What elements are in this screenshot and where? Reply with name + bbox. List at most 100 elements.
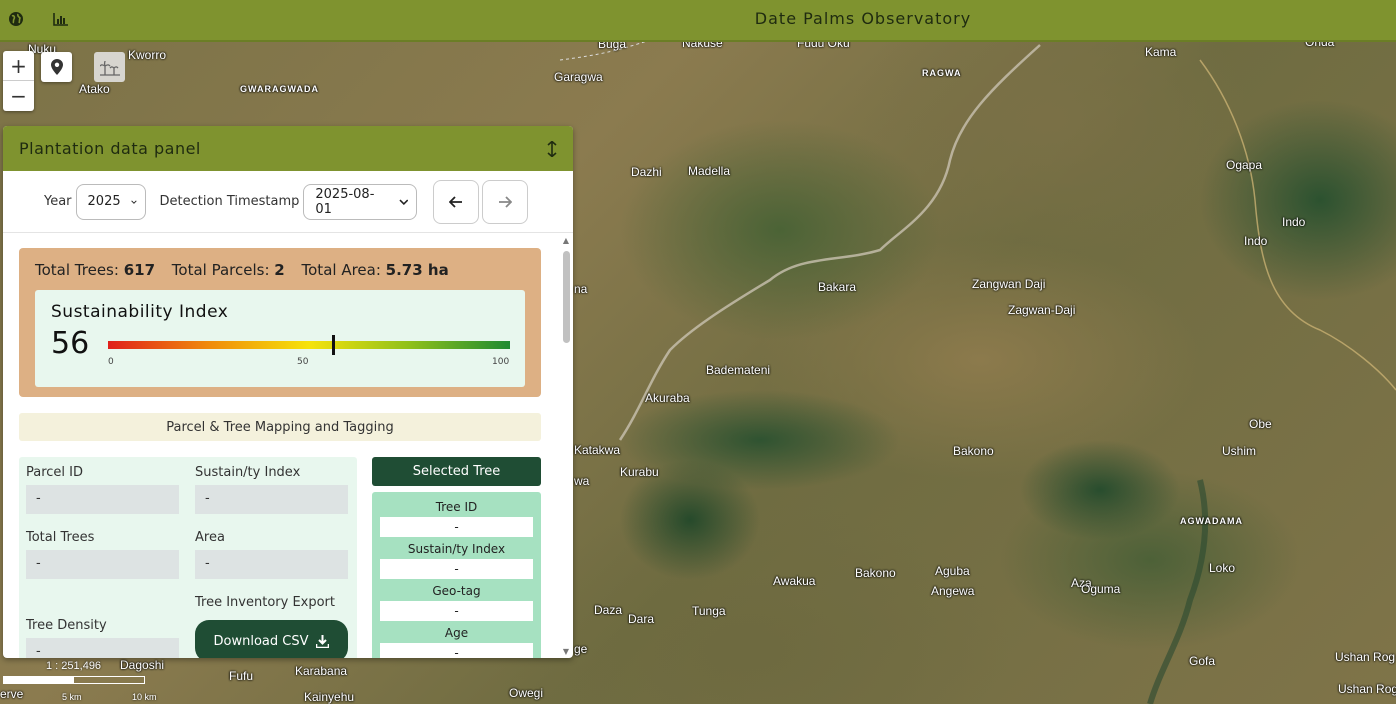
place-label: Ogapa <box>1226 158 1263 172</box>
year-label: Year <box>44 194 72 209</box>
gauge-mid-label: 50 <box>297 357 309 367</box>
year-select[interactable]: 2025 <box>75 183 146 220</box>
parcel-total-trees-label: Total Trees <box>26 530 95 545</box>
place-label: Dazhi <box>631 165 662 179</box>
palm-tree-layer-button[interactable] <box>94 52 125 82</box>
place-label: Tunga <box>692 604 726 618</box>
mapping-section-title: Parcel & Tree Mapping and Tagging <box>19 413 541 441</box>
scale-bar <box>3 676 145 684</box>
timestamp-value: 2025-08-01 <box>315 186 375 217</box>
gauge-max-label: 100 <box>492 357 510 367</box>
place-label: Oguma <box>1081 582 1121 596</box>
scrollbar-thumb[interactable] <box>563 251 570 343</box>
place-label: Akuraba <box>645 391 690 405</box>
scroll-down-icon[interactable]: ▼ <box>561 647 571 656</box>
panel-scroll-area[interactable]: Total Trees: 617 Total Parcels: 2 Total … <box>3 233 573 658</box>
region-label: AGWADAMA <box>1180 516 1243 526</box>
tree-sustain-field: - <box>380 559 533 579</box>
location-pin-button[interactable] <box>41 52 72 82</box>
zoom-out-button[interactable]: − <box>3 81 34 111</box>
place-label: Madella <box>688 164 731 178</box>
place-label: Zangwan Daji <box>972 277 1046 291</box>
tree-density-field: - <box>26 638 179 658</box>
geotag-field: - <box>380 601 533 621</box>
download-csv-button[interactable]: Download CSV <box>195 620 348 658</box>
parcel-area-field: - <box>195 550 348 579</box>
timestamp-label: Detection Timestamp <box>159 194 300 209</box>
scale-label: 5 km <box>62 692 82 702</box>
tree-density-label: Tree Density <box>26 618 107 633</box>
plantation-data-panel: Plantation data panel Year 2025 Detectio… <box>3 126 573 658</box>
place-label: Dagoshi <box>120 658 165 672</box>
timestamp-select[interactable]: 2025-08-01 <box>303 183 418 220</box>
panel-scrollbar[interactable]: ▲ ▼ <box>561 236 571 656</box>
place-label: Kama <box>1145 45 1177 59</box>
summary-stats: Total Trees: 617 Total Parcels: 2 Total … <box>35 261 461 279</box>
map-pin-icon <box>50 59 63 75</box>
download-icon <box>316 634 330 648</box>
sustainability-title: Sustainability Index <box>51 302 229 322</box>
region-label: GWARAGWADA <box>240 84 319 94</box>
total-parcels-value: 2 <box>274 261 285 279</box>
place-label: Dara <box>628 612 655 626</box>
parcel-sustain-label: Sustain/ty Index <box>195 465 301 480</box>
scale-ratio: 1 : 251,496 <box>46 660 102 672</box>
year-value: 2025 <box>87 194 121 209</box>
place-label: Fufu <box>229 669 254 683</box>
place-label: wa <box>574 474 590 488</box>
place-label: ge <box>574 642 588 656</box>
previous-timestamp-button[interactable] <box>433 179 480 224</box>
place-label: Bademateni <box>706 363 771 377</box>
top-bar: Date Palms Observatory <box>0 0 1396 42</box>
age-label: Age <box>444 626 469 640</box>
parcel-sustain-field: - <box>195 485 348 514</box>
place-label: Ushim <box>1222 444 1257 458</box>
geotag-label: Geo-tag <box>432 584 481 598</box>
place-label: Indo <box>1282 215 1306 229</box>
resize-vertical-icon[interactable] <box>547 140 557 157</box>
parcel-id-label: Parcel ID <box>26 465 84 480</box>
arrow-right-icon <box>499 195 513 208</box>
next-timestamp-button[interactable] <box>482 179 529 224</box>
palm-tree-icon <box>99 60 120 76</box>
panel-header[interactable]: Plantation data panel <box>3 126 573 171</box>
tree-inventory-export-label: Tree Inventory Export <box>195 595 335 610</box>
age-field: - <box>380 643 533 658</box>
place-label: Loko <box>1209 561 1236 575</box>
place-label: Katakwa <box>574 443 621 457</box>
zoom-in-button[interactable]: + <box>3 51 34 81</box>
parcel-details: Parcel ID - Sustain/ty Index - Total Tre… <box>19 457 357 658</box>
place-label: Kworro <box>128 48 167 62</box>
panel-controls: Year 2025 Detection Timestamp 2025-08-01 <box>3 171 573 233</box>
sustainability-card: Sustainability Index 56 0 50 100 <box>35 290 525 387</box>
parcel-total-trees-field: - <box>26 550 179 579</box>
place-label: Bakara <box>818 280 857 294</box>
scroll-up-icon[interactable]: ▲ <box>561 236 571 245</box>
tree-id-field: - <box>380 517 533 537</box>
place-label: Ushan Rog <box>1338 682 1396 696</box>
place-label: Zagwan-Daji <box>1008 303 1076 317</box>
region-label: RAGWA <box>922 68 962 78</box>
place-label: Owegi <box>509 686 544 700</box>
summary-card: Total Trees: 617 Total Parcels: 2 Total … <box>19 248 541 397</box>
place-label: Gofa <box>1189 654 1216 668</box>
gauge-min-label: 0 <box>108 357 114 367</box>
place-label: Indo <box>1244 234 1268 248</box>
panel-title: Plantation data panel <box>19 139 201 158</box>
place-label: Aguba <box>935 564 970 578</box>
place-label: Awakua <box>773 574 816 588</box>
selected-tree-details: Tree ID - Sustain/ty Index - Geo-tag - A… <box>372 492 541 658</box>
place-label: Daza <box>594 603 623 617</box>
tree-id-label: Tree ID <box>435 500 478 514</box>
sustainability-value: 56 <box>51 326 90 361</box>
place-label: Karabana <box>295 664 348 678</box>
place-label: Garagwa <box>554 70 603 84</box>
zoom-control: + − <box>3 51 34 111</box>
tree-sustain-label: Sustain/ty Index <box>407 542 506 556</box>
scale-label: 10 km <box>132 692 157 702</box>
place-label: Atako <box>79 82 110 96</box>
app-title: Date Palms Observatory <box>754 9 972 28</box>
place-label: Kurabu <box>620 465 659 479</box>
total-area-value: 5.73 ha <box>385 261 449 279</box>
total-trees-value: 617 <box>123 261 156 279</box>
